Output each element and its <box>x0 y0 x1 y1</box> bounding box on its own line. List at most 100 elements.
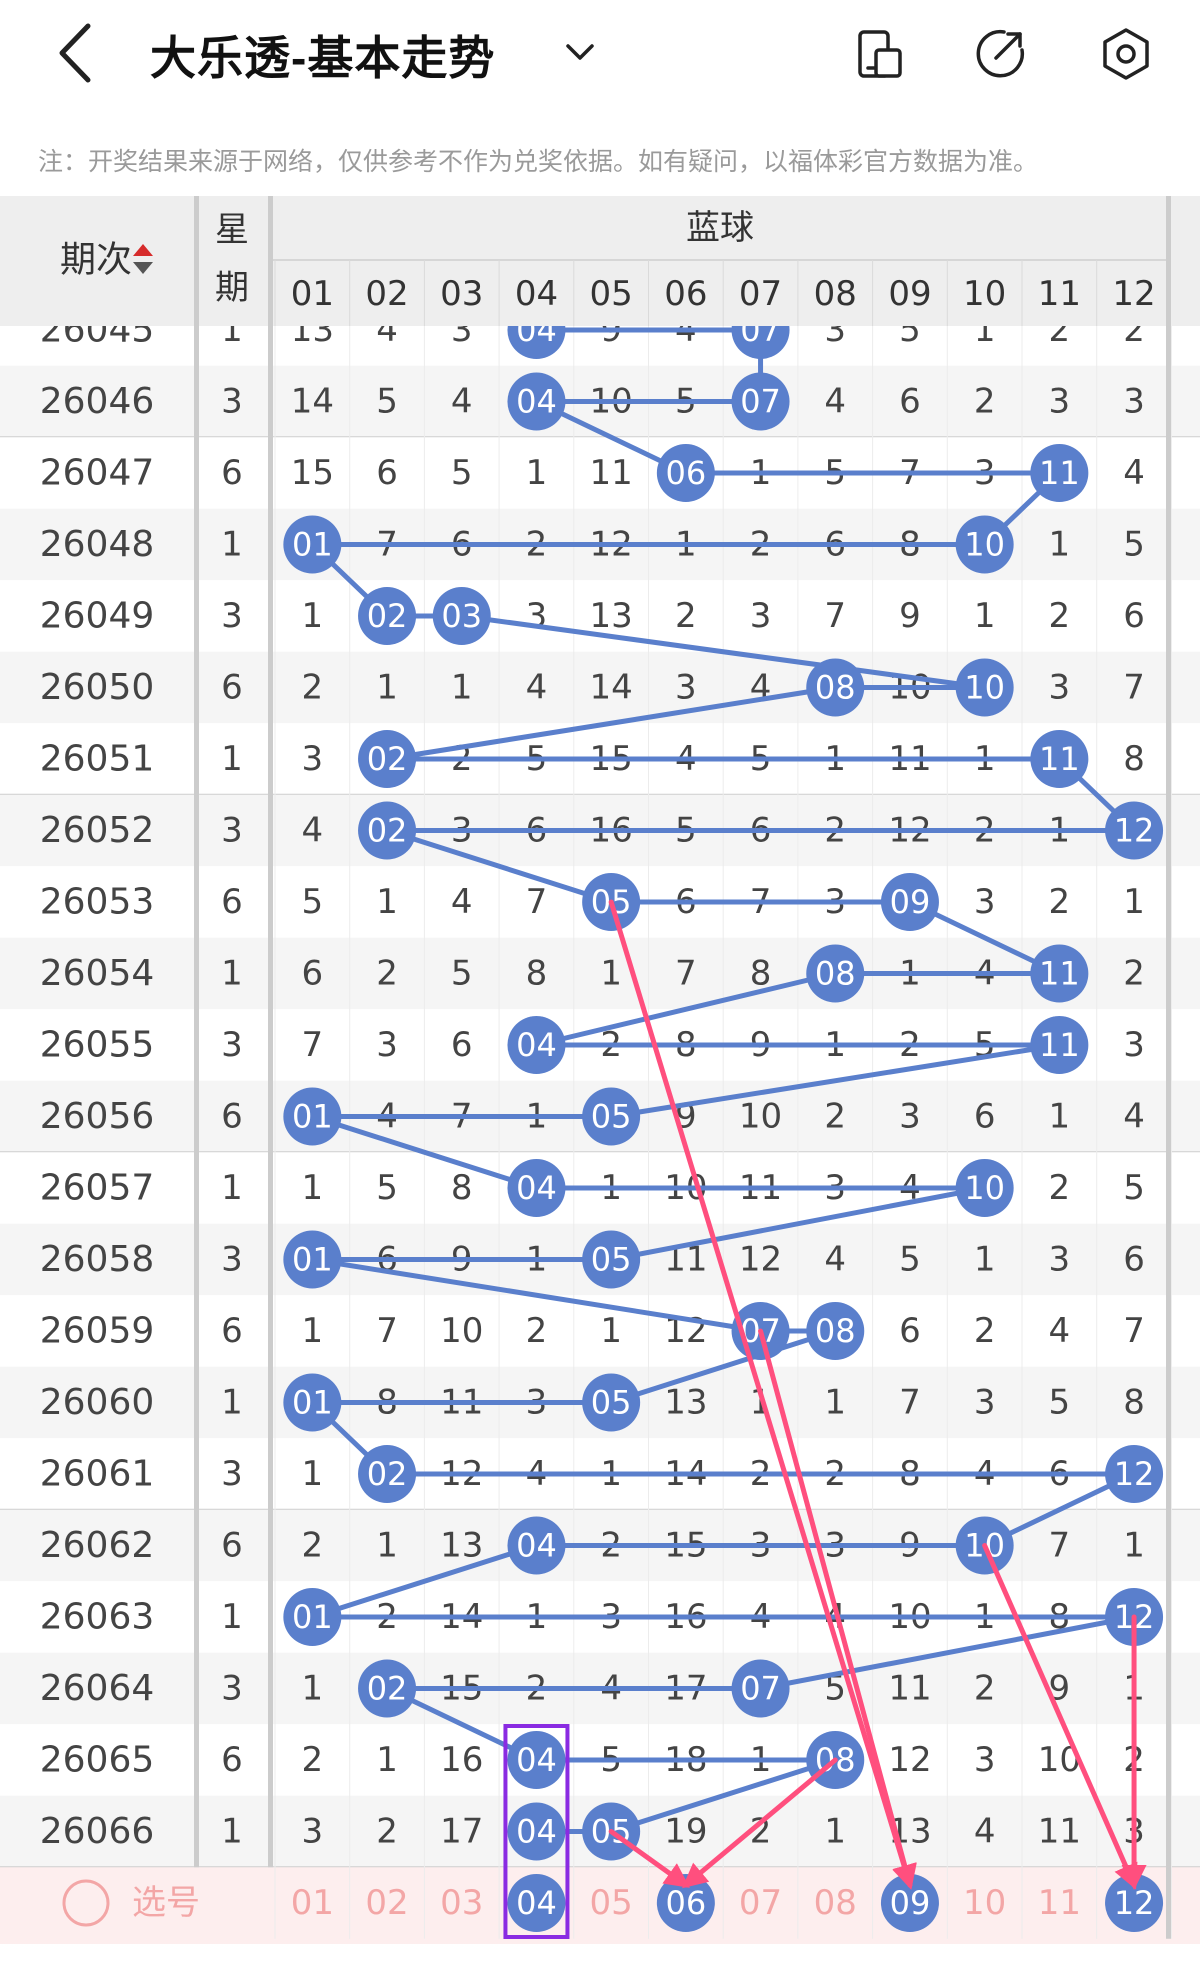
number-cell: 6 <box>376 453 398 493</box>
weekday-cell: 3 <box>221 1454 243 1494</box>
number-cell: 1 <box>376 882 398 922</box>
ball-number: 02 <box>367 1670 408 1708</box>
period-cell: 26057 <box>40 1168 155 1209</box>
select-number[interactable]: 03 <box>440 1883 483 1923</box>
weekday-cell: 6 <box>221 1311 243 1351</box>
number-cell: 3 <box>526 596 548 636</box>
trend-table: 26045 1 13 4 3 9 4 3 5 1 2 2 26046 3 14 5 4 10 5 4 6 2 3 3 26047… <box>0 196 1200 1944</box>
number-cell: 3 <box>302 739 324 779</box>
weekday-cell: 1 <box>221 954 243 994</box>
weekday-cell: 1 <box>221 1383 243 1423</box>
ball-number: 04 <box>516 1527 557 1565</box>
selected-ball-number[interactable]: 06 <box>665 1884 706 1922</box>
ball-number: 02 <box>367 597 408 635</box>
weekday-cell: 3 <box>221 811 243 851</box>
blue-ball: 08 <box>806 1302 865 1360</box>
number-cell: 5 <box>899 1240 921 1280</box>
number-cell: 5 <box>302 882 324 922</box>
period-header[interactable]: 期次 <box>60 240 132 281</box>
ball-number: 01 <box>292 1241 333 1279</box>
blue-ball: 06 <box>656 444 715 502</box>
ball-number: 12 <box>1114 1455 1155 1493</box>
blue-ball: 07 <box>731 372 790 431</box>
number-cell: 10 <box>440 1311 483 1351</box>
number-cell: 1 <box>451 668 473 708</box>
period-cell: 26066 <box>40 1811 155 1852</box>
blue-ball: 10 <box>955 658 1014 717</box>
select-number[interactable]: 10 <box>963 1883 1006 1923</box>
chevron-down-icon[interactable] <box>560 32 600 72</box>
blue-ball: 01 <box>283 1588 342 1646</box>
weekday-cell: 1 <box>221 1168 243 1208</box>
number-cell: 2 <box>1049 1168 1071 1208</box>
number-cell: 1 <box>376 1526 398 1566</box>
weekday-cell: 3 <box>221 1240 243 1280</box>
number-header: 01 <box>291 274 334 314</box>
number-cell: 14 <box>291 382 334 422</box>
settings-hex-icon[interactable] <box>1098 26 1154 82</box>
number-cell: 2 <box>974 382 996 422</box>
number-cell: 3 <box>974 1740 996 1780</box>
number-cell: 7 <box>1123 668 1145 708</box>
period-cell: 26051 <box>40 739 155 780</box>
weekday-header-line2: 期 <box>215 268 249 308</box>
number-header: 09 <box>888 274 931 314</box>
ball-number: 02 <box>367 740 408 778</box>
page-title[interactable]: 大乐透-基本走势 <box>150 22 495 88</box>
weekday-cell: 6 <box>221 1097 243 1137</box>
number-cell: 3 <box>1049 382 1071 422</box>
number-cell: 15 <box>291 453 334 493</box>
period-cell: 26048 <box>40 524 155 565</box>
share-external-icon[interactable] <box>972 26 1028 82</box>
select-number[interactable]: 07 <box>739 1883 782 1923</box>
period-cell: 26055 <box>40 1025 155 1066</box>
select-number[interactable]: 02 <box>365 1883 408 1923</box>
number-cell: 8 <box>451 1168 473 1208</box>
number-cell: 3 <box>1049 1240 1071 1280</box>
blue-ball: 02 <box>358 587 417 645</box>
number-cell: 5 <box>451 453 473 493</box>
blue-ball: 11 <box>1030 944 1089 1003</box>
number-cell: 11 <box>1038 1812 1081 1852</box>
table-header: 期次 星期 蓝球 01 02 03 04 05 06 07 08 09 10 11 12 <box>0 196 1200 326</box>
ball-number: 10 <box>964 1169 1005 1207</box>
selected-ball-number[interactable]: 04 <box>516 1884 557 1922</box>
number-cell: 1 <box>302 1168 324 1208</box>
ball-number: 04 <box>516 1813 557 1851</box>
number-cell: 1 <box>302 1311 324 1351</box>
period-cell: 26050 <box>40 667 155 708</box>
number-cell: 7 <box>1049 1526 1071 1566</box>
number-cell: 3 <box>1123 1025 1145 1065</box>
number-cell: 2 <box>675 596 697 636</box>
number-cell: 17 <box>440 1812 483 1852</box>
select-label[interactable]: 选号 <box>132 1883 200 1923</box>
blue-ball: 02 <box>358 730 417 788</box>
number-cell: 4 <box>824 1240 846 1280</box>
number-header: 03 <box>440 274 483 314</box>
select-number[interactable]: 05 <box>590 1883 633 1923</box>
number-cell: 6 <box>302 954 324 994</box>
number-cell: 1 <box>1049 1097 1071 1137</box>
blue-ball: 05 <box>582 1373 641 1432</box>
number-cell: 1 <box>526 453 548 493</box>
select-number[interactable]: 08 <box>814 1883 857 1923</box>
col-divider <box>194 196 199 326</box>
number-cell: 2 <box>302 1526 324 1566</box>
blue-ball: 01 <box>283 515 342 574</box>
number-cell: 3 <box>1123 382 1145 422</box>
selected-ball-number[interactable]: 09 <box>890 1884 931 1922</box>
ball-number: 11 <box>1039 740 1080 778</box>
number-cell: 7 <box>675 954 697 994</box>
number-cell: 6 <box>974 1097 996 1137</box>
blue-ball: 08 <box>806 944 865 1003</box>
period-cell: 26058 <box>40 1239 155 1280</box>
select-number[interactable]: 01 <box>291 1883 334 1923</box>
number-cell: 1 <box>376 668 398 708</box>
select-number[interactable]: 11 <box>1038 1883 1081 1923</box>
blue-ball: 07 <box>731 1659 790 1718</box>
weekday-cell: 1 <box>221 1597 243 1637</box>
selected-ball-number[interactable]: 12 <box>1114 1884 1155 1922</box>
ball-number: 08 <box>815 1312 856 1350</box>
chevron-left-icon[interactable] <box>48 18 108 88</box>
phone-layout-icon[interactable] <box>852 26 908 82</box>
